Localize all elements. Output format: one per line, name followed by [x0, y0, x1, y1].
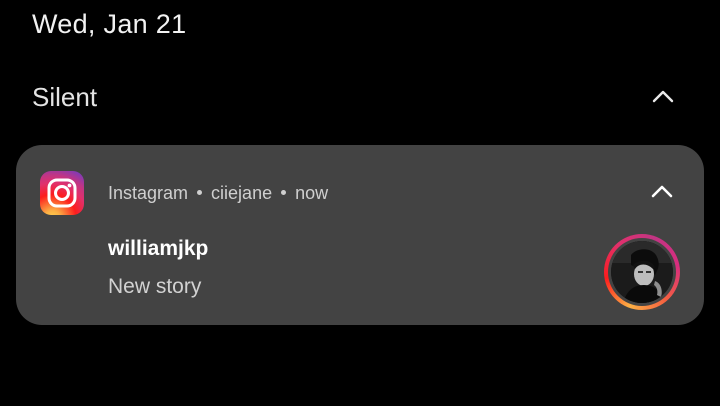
- date-label: Wed, Jan 21: [32, 9, 187, 39]
- chevron-up-icon[interactable]: [649, 181, 675, 201]
- separator-dot: [197, 189, 203, 195]
- app-name: Instagram: [108, 183, 189, 203]
- separator-dot: [281, 189, 287, 195]
- notification-sender: williamjkp: [108, 237, 209, 260]
- notification-time: now: [295, 183, 329, 203]
- section-title-silent: Silent: [32, 82, 98, 112]
- notification-card[interactable]: Instagram ciiejane now williamjkp New stor…: [16, 145, 704, 325]
- notification-message: New story: [108, 275, 202, 298]
- instagram-icon: [40, 171, 84, 215]
- chevron-up-icon[interactable]: [650, 86, 676, 106]
- avatar-photo: [611, 241, 673, 303]
- story-avatar[interactable]: [604, 234, 680, 310]
- notification-meta: Instagram ciiejane now: [108, 183, 328, 204]
- account-name: ciiejane: [211, 183, 273, 203]
- notification-shade: Wed, Jan 21 Silent Instagram ciiejane now …: [0, 0, 720, 406]
- avatar-ring-gap: [608, 238, 676, 306]
